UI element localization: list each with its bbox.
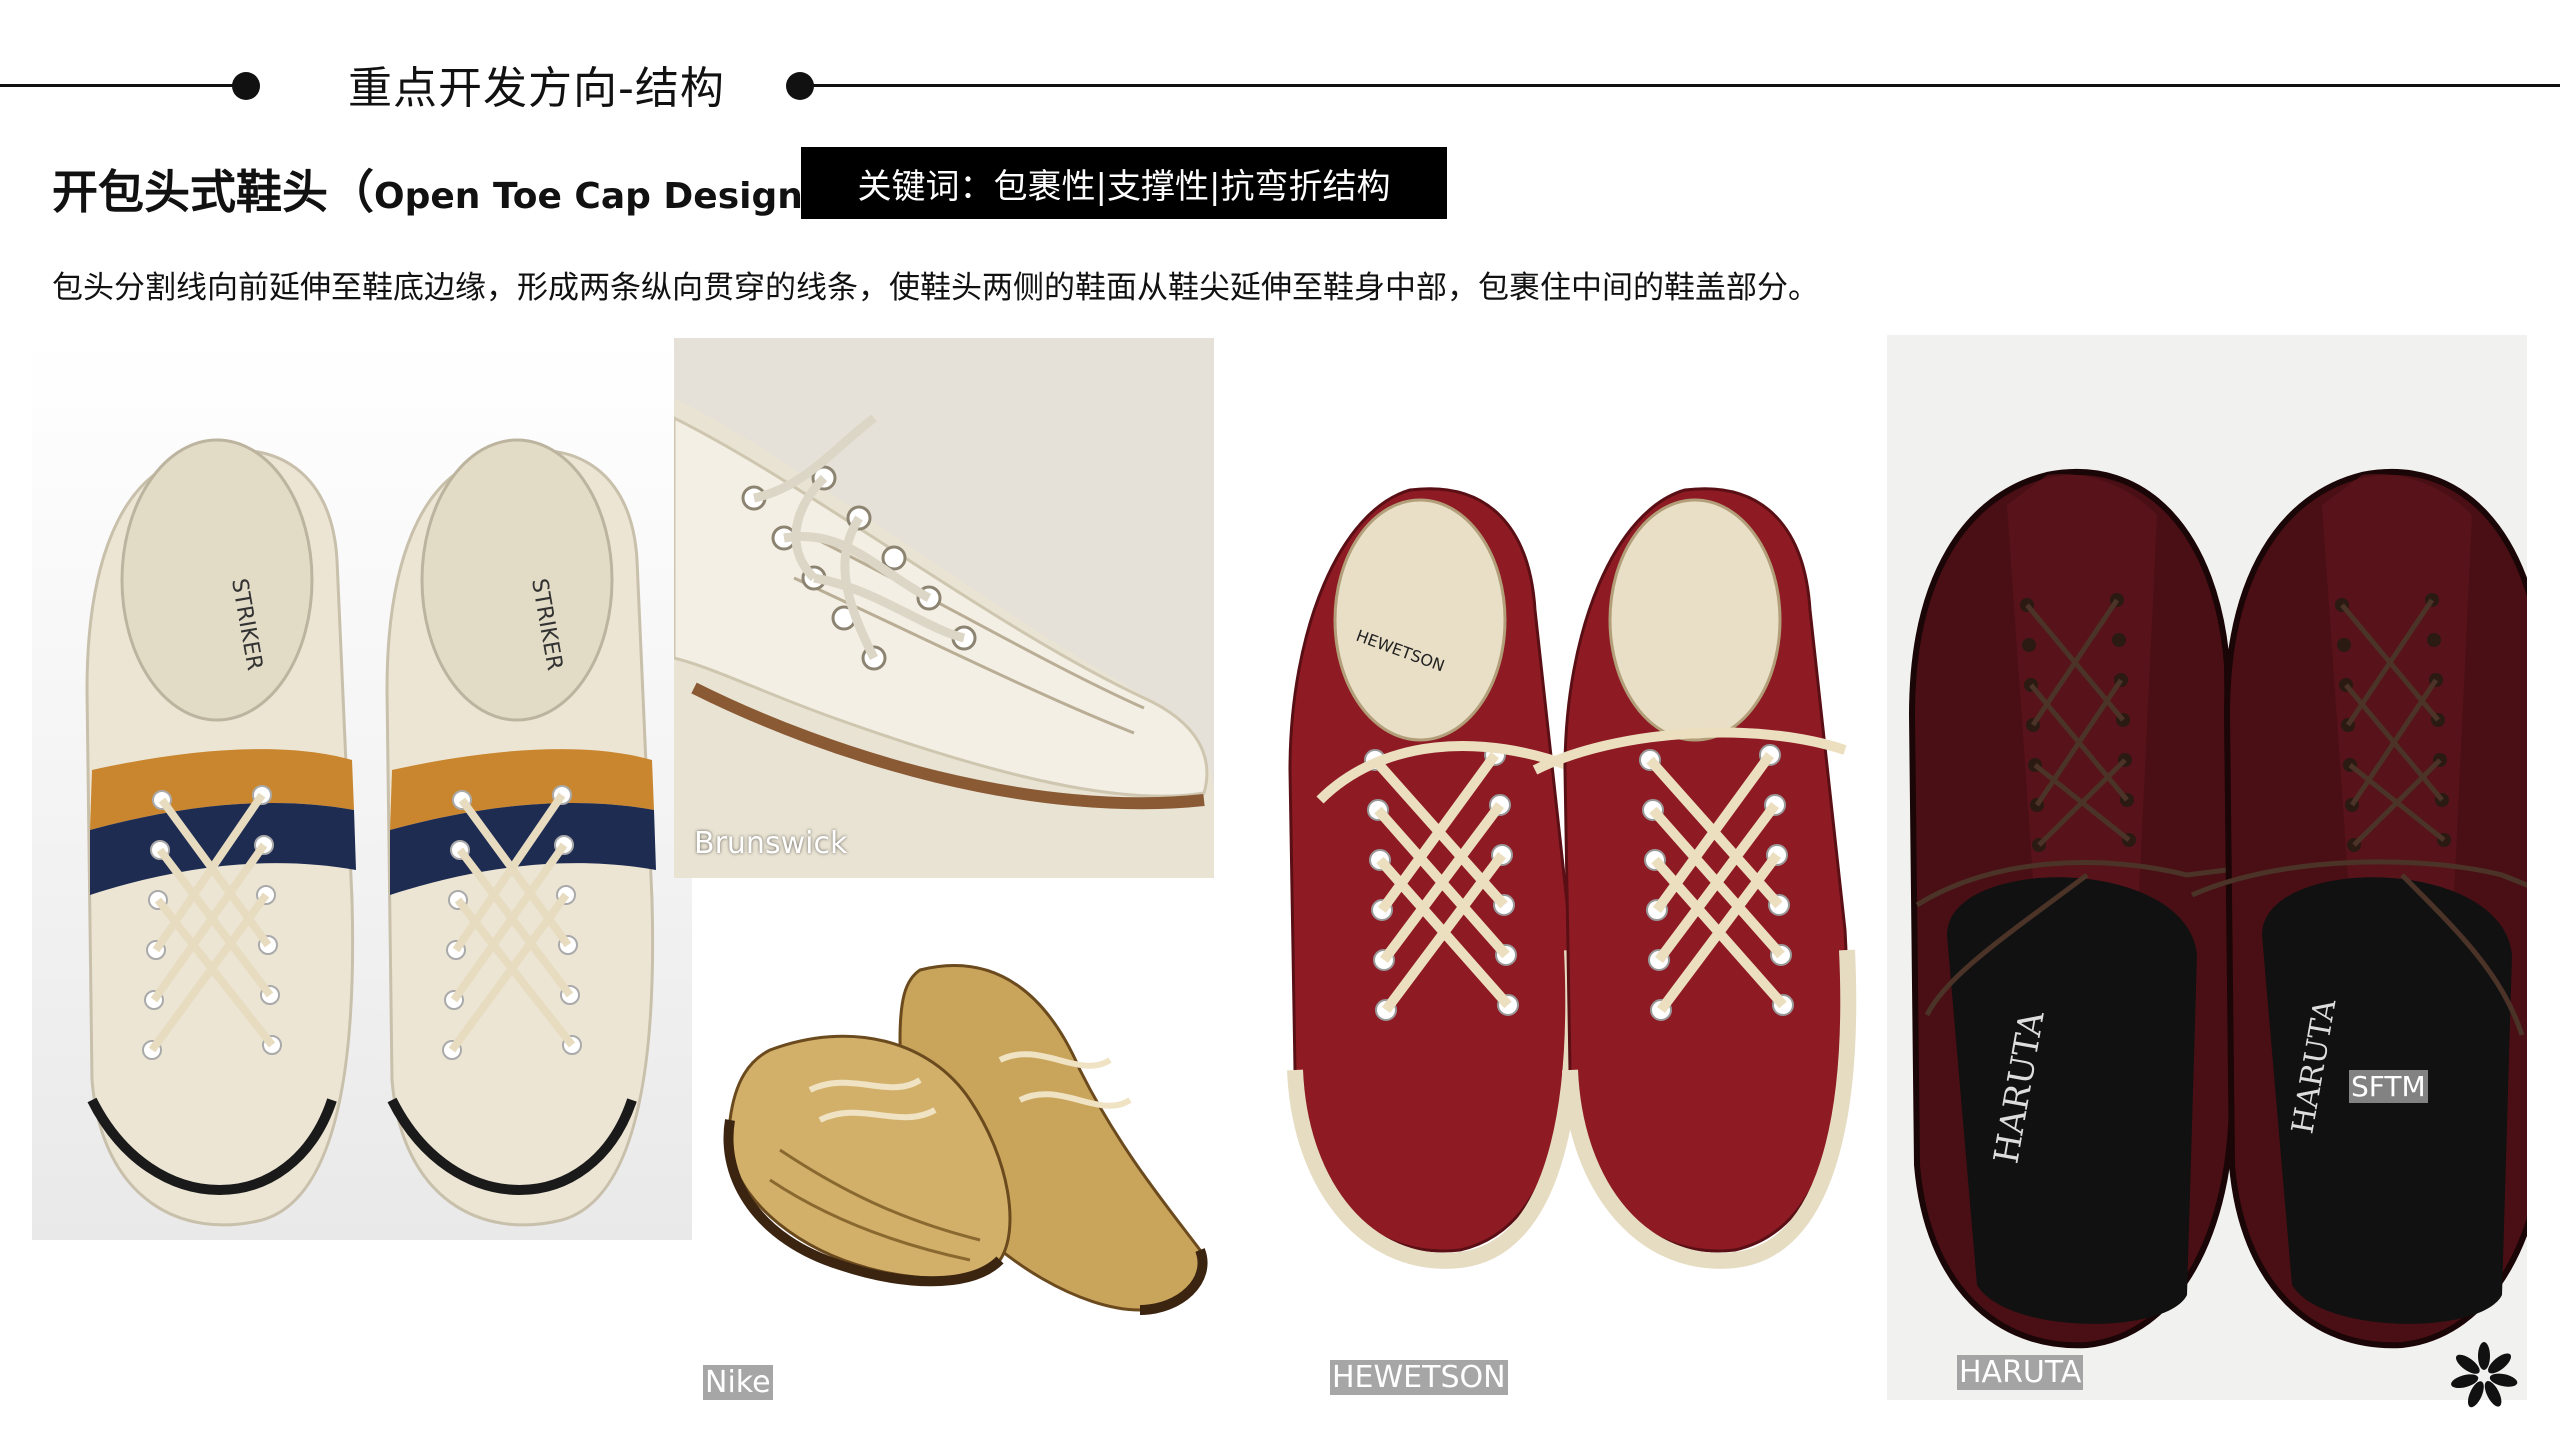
hewetson-shoes-illustration: HEWETSON xyxy=(1280,470,1860,1270)
header-rule-left xyxy=(0,84,246,87)
striker-right-shoe: STRIKER xyxy=(385,438,656,1227)
header-dot-left xyxy=(232,72,260,100)
description-text: 包头分割线向前延伸至鞋底边缘，形成两条纵向贯穿的线条，使鞋头两侧的鞋面从鞋尖延伸… xyxy=(52,270,1819,306)
caption-hewetson: HEWETSON xyxy=(1330,1360,1508,1395)
caption-haruta: HARUTA xyxy=(1957,1355,2084,1390)
brunswick-shoe-illustration xyxy=(674,338,1214,878)
keywords-text: 关键词：包裹性|支撑性|抗弯折结构 xyxy=(857,166,1391,207)
flower-logo-icon xyxy=(2451,1342,2518,1408)
section-title: 重点开发方向-结构 xyxy=(348,63,725,114)
caption-brunswick: Brunswick xyxy=(694,826,848,861)
caption-nike: Nike xyxy=(703,1365,773,1400)
photo-haruta: HARUTA HARUTA SFTM HARUTA xyxy=(1887,335,2527,1400)
photo-nike: Nike xyxy=(700,930,1220,1410)
caption-sftm: SFTM xyxy=(2349,1070,2428,1103)
page-heading: 开包头式鞋头（Open Toe Cap Design） xyxy=(52,156,849,222)
nike-shoes-illustration xyxy=(700,930,1220,1350)
photo-brunswick: Brunswick xyxy=(674,338,1214,878)
photo-hewetson: HEWETSON HEWETSON xyxy=(1280,470,1860,1400)
haruta-right-shoe: HARUTA xyxy=(2190,468,2527,1349)
heading-en: Open Toe Cap Design xyxy=(374,176,803,217)
haruta-shoes-illustration: HARUTA HARUTA xyxy=(1887,335,2527,1400)
haruta-left-shoe: HARUTA xyxy=(1908,468,2268,1349)
header-rule-right xyxy=(800,84,2560,87)
heading-cn: 开包头式鞋头 xyxy=(52,165,328,219)
striker-left-shoe: STRIKER xyxy=(85,438,356,1227)
keywords-badge: 关键词：包裹性|支撑性|抗弯折结构 xyxy=(801,147,1447,219)
heading-open-paren: （ xyxy=(328,165,374,219)
striker-shoes-illustration: STRIKER STRIKER xyxy=(32,340,692,1240)
photo-striker-shoes: STRIKER STRIKER xyxy=(32,340,692,1240)
